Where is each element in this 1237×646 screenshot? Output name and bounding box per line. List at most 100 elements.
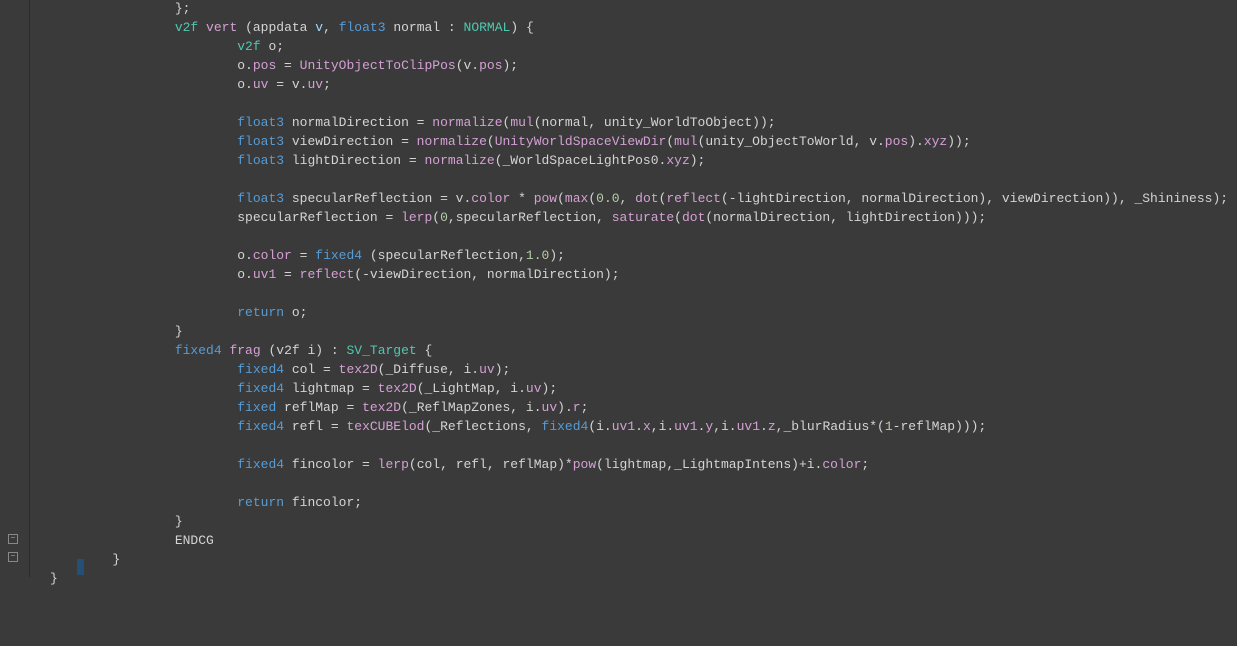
code-token: fixed4 [237,381,284,396]
code-token: pow [534,191,557,206]
code-token: float3 [237,134,284,149]
fold-toggle-icon[interactable]: − [8,552,18,562]
code-token: . [760,419,768,434]
code-token: uv1 [674,419,697,434]
code-token: fincolor = [284,457,378,472]
code-token: vert [206,20,237,35]
code-token: ( [557,191,565,206]
code-token: } [112,552,120,567]
code-token: dot [682,210,705,225]
code-token: reflect [666,191,721,206]
code-line[interactable] [50,437,1237,456]
code-line[interactable]: o.uv = v.uv; [50,76,1237,95]
code-line[interactable] [50,171,1237,190]
code-line[interactable]: o.uv1 = reflect(-viewDirection, normalDi… [50,266,1237,285]
code-token: . [635,419,643,434]
code-token: fixed4 [237,362,284,377]
code-line[interactable]: fixed4 fincolor = lerp(col, refl, reflMa… [50,456,1237,475]
text-cursor [77,559,84,575]
code-line[interactable]: float3 normalDirection = normalize(mul(n… [50,114,1237,133]
code-token: ,specularReflection, [448,210,612,225]
code-token: o; [261,39,284,54]
code-token: ); [495,362,511,377]
code-line[interactable]: } [50,513,1237,532]
code-line[interactable]: } [50,323,1237,342]
code-line[interactable]: fixed4 frag (v2f i) : SV_Target { [50,342,1237,361]
code-token: (_Diffuse, i. [378,362,479,377]
code-line[interactable]: float3 viewDirection = normalize(UnityWo… [50,133,1237,152]
code-line[interactable]: v2f vert (appdata v, float3 normal : NOR… [50,19,1237,38]
code-line[interactable] [50,228,1237,247]
code-line[interactable]: }; [50,0,1237,19]
code-token: xyz [924,134,947,149]
fold-toggle-icon[interactable]: − [8,534,18,544]
code-token: (v2f i) : [261,343,347,358]
code-token: xyz [666,153,689,168]
code-token: , [620,191,636,206]
code-token: fincolor; [284,495,362,510]
code-token: ( [666,134,674,149]
code-token: o. [237,58,253,73]
code-token: (_WorldSpaceLightPos0. [495,153,667,168]
code-token: (normal, unity_WorldToObject)); [534,115,776,130]
code-line[interactable]: ENDCG [50,532,1237,551]
code-token: refl = [284,419,346,434]
code-token: float3 [237,153,284,168]
code-line[interactable]: fixed reflMap = tex2D(_ReflMapZones, i.u… [50,399,1237,418]
code-line[interactable]: fixed4 lightmap = tex2D(_LightMap, i.uv)… [50,380,1237,399]
code-token: saturate [612,210,674,225]
code-token: NORMAL [464,20,511,35]
code-token: max [565,191,588,206]
code-area[interactable]: }; v2f vert (appdata v, float3 normal : … [30,0,1237,577]
code-token: ; [581,400,589,415]
code-line[interactable]: return o; [50,304,1237,323]
code-token: v2f [175,20,198,35]
code-token: uv [542,400,558,415]
code-token: o. [237,267,253,282]
code-token: lerp [401,210,432,225]
code-token: ( [432,210,440,225]
code-token: (appdata [237,20,315,35]
code-token: UnityObjectToClipPos [300,58,456,73]
code-token: = [276,58,299,73]
code-token: = [276,267,299,282]
editor-gutter: −− [0,0,30,577]
code-token: normal : [386,20,464,35]
code-line[interactable]: fixed4 col = tex2D(_Diffuse, i.uv); [50,361,1237,380]
code-token: (v. [456,58,479,73]
code-token: = [292,248,315,263]
code-token: specularReflection = [237,210,401,225]
code-token [198,20,206,35]
code-token: uv [253,77,269,92]
code-line[interactable]: o.pos = UnityObjectToClipPos(v.pos); [50,57,1237,76]
code-token: (_Reflections, [424,419,541,434]
code-line[interactable]: v2f o; [50,38,1237,57]
code-line[interactable]: o.color = fixed4 (specularReflection,1.0… [50,247,1237,266]
code-token: v2f [237,39,260,54]
code-token: 1 [885,419,893,434]
code-token: ,i. [713,419,736,434]
code-token: (_LightMap, i. [417,381,526,396]
code-line[interactable]: return fincolor; [50,494,1237,513]
code-token: pos [885,134,908,149]
code-token: reflMap = [276,400,362,415]
code-token: lightmap = [284,381,378,396]
code-line[interactable]: } [50,570,1237,589]
code-token: fixed4 [237,419,284,434]
code-line[interactable]: fixed4 refl = texCUBElod(_Reflections, f… [50,418,1237,437]
code-line[interactable]: } [50,551,1237,570]
code-line[interactable]: float3 specularReflection = v.color * po… [50,190,1237,209]
code-token: } [50,571,58,586]
code-line[interactable] [50,95,1237,114]
code-token: normalize [417,134,487,149]
code-token: ; [861,457,869,472]
code-editor[interactable]: −− }; v2f vert (appdata v, float3 normal… [0,0,1237,577]
code-line[interactable]: float3 lightDirection = normalize(_World… [50,152,1237,171]
code-token: pow [573,457,596,472]
code-line[interactable] [50,285,1237,304]
code-token: uv1 [737,419,760,434]
code-line[interactable] [50,475,1237,494]
code-token: } [175,324,183,339]
code-token: uv1 [253,267,276,282]
code-line[interactable]: specularReflection = lerp(0,specularRefl… [50,209,1237,228]
